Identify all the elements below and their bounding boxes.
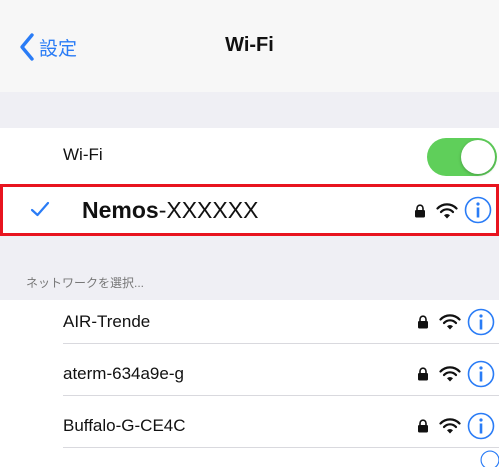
wifi-signal-icon [439, 366, 461, 382]
connected-network-row[interactable]: Nemos-XXXXXX [0, 184, 499, 236]
wifi-toggle-switch[interactable] [427, 138, 497, 176]
network-row[interactable]: aterm-634a9e-g [0, 352, 499, 396]
connected-network-name-bold: Nemos [82, 197, 159, 223]
network-name: Buffalo-G-CE4C [63, 416, 186, 435]
info-icon[interactable] [467, 412, 495, 440]
wifi-signal-icon [439, 314, 461, 330]
row-divider [63, 447, 499, 448]
wifi-signal-icon [439, 418, 461, 434]
info-icon[interactable] [467, 308, 495, 336]
networks-section-header: ネットワークを選択... [0, 236, 499, 300]
networks-section-header-label: ネットワークを選択... [26, 276, 145, 290]
navigation-bar: 設定 Wi-Fi [0, 0, 499, 92]
wifi-toggle-label: Wi-Fi [63, 145, 103, 164]
group-spacer [0, 92, 499, 128]
info-icon[interactable] [480, 450, 499, 467]
network-row[interactable]: Buffalo-G-CE4C [0, 404, 499, 448]
page-title: Wi-Fi [225, 34, 274, 56]
wifi-toggle-row: Wi-Fi [0, 128, 499, 182]
lock-icon [418, 315, 428, 329]
network-name: aterm-634a9e-g [63, 364, 184, 383]
network-name: AIR-Trende [63, 312, 151, 331]
info-icon[interactable] [467, 360, 495, 388]
info-icon[interactable] [464, 196, 492, 224]
network-status-icons [389, 352, 499, 396]
row-divider [63, 395, 499, 396]
network-status-icons [386, 187, 496, 233]
row-divider [63, 343, 499, 344]
wifi-signal-icon [436, 203, 458, 219]
connected-network-name-suffix: -XXXXXX [158, 197, 259, 223]
lock-icon [415, 204, 425, 218]
toggle-knob [461, 140, 495, 174]
network-row[interactable]: AIR-Trende [0, 300, 499, 344]
network-status-icons [389, 300, 499, 344]
network-status-icons [389, 404, 499, 448]
lock-icon [418, 419, 428, 433]
lock-icon [418, 367, 428, 381]
checkmark-icon [30, 201, 50, 217]
connected-network-name: Nemos-XXXXXX [82, 197, 258, 224]
network-row-partial[interactable] [0, 450, 499, 467]
